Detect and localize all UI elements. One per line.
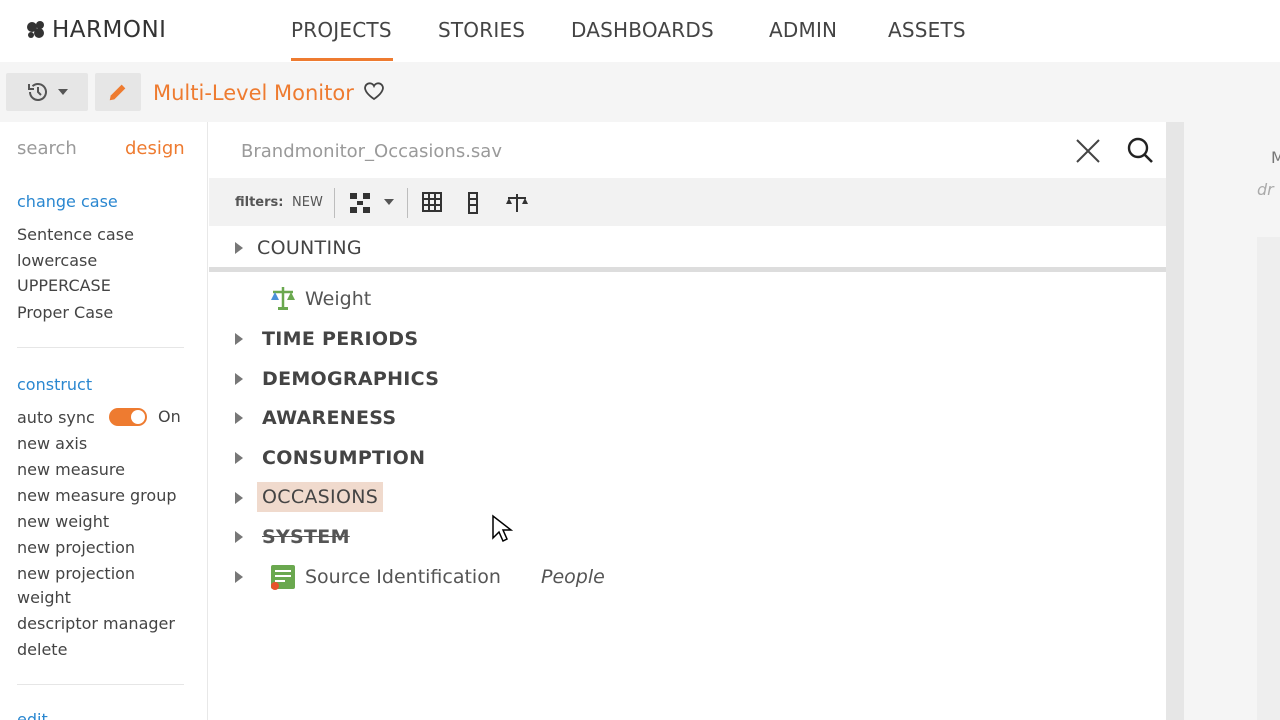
construct-heading[interactable]: construct bbox=[17, 375, 92, 394]
filter-toolbar: filters: NEW bbox=[209, 178, 1166, 226]
variable-type-label: People bbox=[541, 566, 605, 588]
toolbar-separator bbox=[334, 188, 335, 218]
panel-splitter[interactable] bbox=[1166, 122, 1184, 720]
tree-label-source-identification[interactable]: Source Identification bbox=[305, 566, 501, 588]
tree-label-consumption: CONSUMPTION bbox=[262, 447, 426, 469]
section-divider bbox=[17, 347, 184, 348]
descriptor-manager-option[interactable]: descriptor manager bbox=[17, 614, 175, 633]
grid-icon[interactable] bbox=[422, 192, 442, 212]
expand-arrow-icon[interactable] bbox=[235, 571, 243, 583]
lowercase-option[interactable]: lowercase bbox=[17, 251, 97, 270]
auto-sync-label: auto sync bbox=[17, 408, 95, 427]
new-axis-option[interactable]: new axis bbox=[17, 434, 87, 453]
expand-arrow-icon[interactable] bbox=[235, 333, 243, 345]
project-toolbar: Multi-Level Monitor bbox=[0, 62, 1280, 122]
column-icon[interactable] bbox=[467, 192, 479, 214]
new-projection-weight-option[interactable]: new projection bbox=[17, 564, 135, 583]
expand-arrow-icon[interactable] bbox=[235, 242, 243, 254]
toolbar-separator bbox=[407, 188, 408, 218]
hierarchy-icon[interactable] bbox=[349, 192, 371, 214]
expand-arrow-icon[interactable] bbox=[235, 373, 243, 385]
auto-sync-toggle[interactable] bbox=[109, 408, 147, 426]
tree-label-demographics: DEMOGRAPHICS bbox=[262, 368, 440, 390]
tree-label-weight[interactable]: Weight bbox=[305, 288, 371, 310]
variable-browser: Brandmonitor_Occasions.sav filters: NEW bbox=[209, 122, 1166, 720]
project-title: Multi-Level Monitor bbox=[153, 81, 354, 105]
delete-option[interactable]: delete bbox=[17, 640, 67, 659]
tree-row-demographics[interactable]: DEMOGRAPHICS bbox=[209, 359, 1166, 397]
nav-projects[interactable]: PROJECTS bbox=[291, 18, 392, 42]
right-panel: M dr bbox=[1184, 122, 1280, 720]
new-weight-option[interactable]: new weight bbox=[17, 512, 109, 531]
tree-row-awareness[interactable]: AWARENESS bbox=[209, 398, 1166, 436]
weight-scale-icon bbox=[271, 287, 295, 310]
document-variable-icon bbox=[271, 565, 295, 590]
new-projection-option[interactable]: new projection bbox=[17, 538, 135, 557]
expand-arrow-icon[interactable] bbox=[235, 531, 243, 543]
tree-row-consumption[interactable]: CONSUMPTION bbox=[209, 438, 1166, 476]
chevron-down-icon bbox=[58, 89, 68, 95]
nav-dashboards[interactable]: DASHBOARDS bbox=[571, 18, 714, 42]
tree-label-awareness: AWARENESS bbox=[262, 407, 397, 429]
sentence-case-option[interactable]: Sentence case bbox=[17, 225, 134, 244]
filters-new-button[interactable]: NEW bbox=[292, 195, 323, 210]
new-projection-weight-option-cont[interactable]: weight bbox=[17, 588, 71, 607]
right-panel-drop-area[interactable] bbox=[1257, 237, 1280, 720]
filters-label: filters: bbox=[235, 195, 284, 210]
proper-case-option[interactable]: Proper Case bbox=[17, 303, 113, 322]
tree-row-occasions[interactable]: OCCASIONS bbox=[209, 478, 1166, 516]
favorite-heart-icon[interactable] bbox=[362, 79, 386, 103]
tab-search[interactable]: search bbox=[17, 138, 77, 159]
new-measure-group-option[interactable]: new measure group bbox=[17, 486, 177, 505]
dataset-file-name: Brandmonitor_Occasions.sav bbox=[241, 141, 502, 162]
tree-label-counting: COUNTING bbox=[257, 237, 362, 259]
tree-row-counting[interactable]: COUNTING bbox=[209, 226, 1166, 272]
tree-label-time-periods: TIME PERIODS bbox=[262, 328, 419, 350]
search-icon[interactable] bbox=[1125, 135, 1155, 165]
tab-design[interactable]: design bbox=[125, 138, 185, 159]
nav-stories[interactable]: STORIES bbox=[438, 18, 525, 42]
design-sidebar: search design change case Sentence case … bbox=[0, 122, 208, 720]
nav-admin[interactable]: ADMIN bbox=[769, 18, 837, 42]
auto-sync-state: On bbox=[158, 407, 181, 426]
close-icon[interactable] bbox=[1074, 137, 1102, 165]
balance-scale-icon[interactable] bbox=[505, 192, 529, 214]
uppercase-option[interactable]: UPPERCASE bbox=[17, 276, 111, 295]
tree-label-occasions: OCCASIONS bbox=[257, 482, 384, 512]
toggle-knob bbox=[131, 410, 145, 424]
nav-assets[interactable]: ASSETS bbox=[888, 18, 966, 42]
expand-arrow-icon[interactable] bbox=[235, 492, 243, 504]
right-panel-text: M bbox=[1271, 148, 1280, 167]
history-icon bbox=[28, 83, 47, 101]
mouse-cursor-icon bbox=[492, 514, 513, 543]
history-button[interactable] bbox=[6, 73, 88, 111]
new-measure-option[interactable]: new measure bbox=[17, 460, 125, 479]
tree-row-time-periods[interactable]: TIME PERIODS bbox=[209, 319, 1166, 357]
tree-row-system[interactable]: SYSTEM bbox=[209, 517, 1166, 555]
tree-label-system: SYSTEM bbox=[262, 526, 350, 548]
top-navigation: HARMONI PROJECTS STORIES DASHBOARDS ADMI… bbox=[0, 0, 1280, 62]
chevron-down-icon[interactable] bbox=[384, 199, 394, 205]
expand-arrow-icon[interactable] bbox=[235, 452, 243, 464]
expand-arrow-icon[interactable] bbox=[235, 412, 243, 424]
active-nav-indicator bbox=[291, 58, 393, 61]
right-panel-hint: dr bbox=[1257, 180, 1274, 199]
pencil-icon bbox=[109, 84, 126, 101]
edit-button[interactable] bbox=[95, 73, 141, 111]
change-case-heading[interactable]: change case bbox=[17, 192, 118, 211]
section-divider bbox=[17, 684, 184, 685]
edit-heading[interactable]: edit bbox=[17, 710, 48, 720]
